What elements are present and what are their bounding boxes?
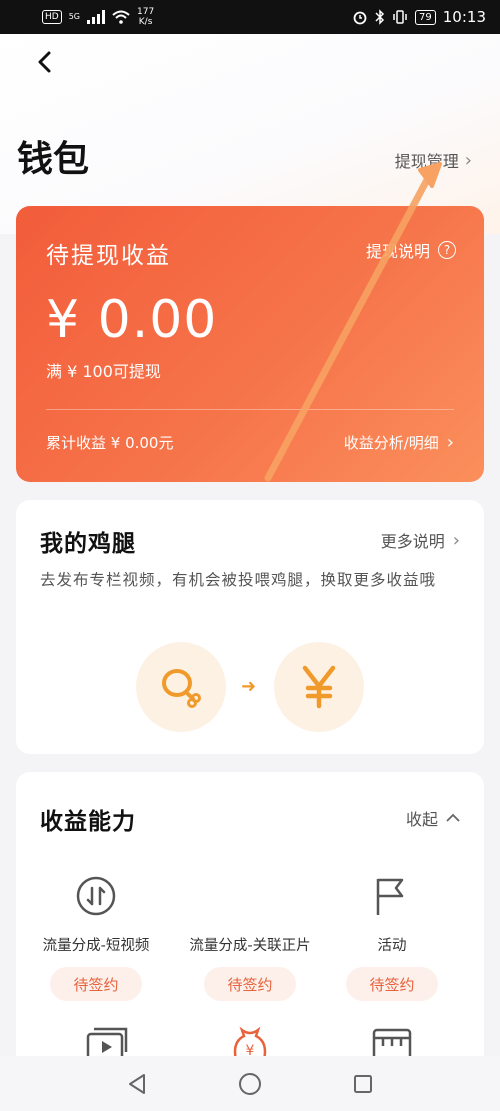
chevron-right-icon: › (446, 432, 454, 453)
withdraw-threshold: 满 ¥ 100可提现 (46, 362, 161, 381)
signal-icon (87, 10, 105, 24)
pending-earnings-label: 待提现收益 (46, 243, 171, 269)
withdraw-management-label: 提现管理 (394, 152, 459, 171)
net-speed-unit: K/s (138, 17, 153, 27)
back-button[interactable] (28, 46, 60, 78)
wifi-icon (112, 10, 130, 24)
clock: 10:13 (442, 8, 486, 26)
more-info-label: 更多说明 (380, 532, 445, 551)
cumulative-earnings: 累计收益 ¥ 0.00元 (46, 434, 174, 452)
withdraw-explain-link[interactable]: 提现说明 ? (366, 238, 456, 262)
withdraw-explain-label: 提现说明 (365, 242, 430, 261)
pending-sign-badge[interactable]: 待签约 (204, 967, 296, 1001)
pending-sign-badge[interactable]: 待签约 (346, 967, 438, 1001)
alarm-icon (353, 11, 367, 25)
net-speed-value: 177 (137, 7, 155, 17)
signal-gen-label: 5G (68, 12, 80, 21)
ability-name: 活动 (377, 938, 407, 954)
ability-item-related-feature[interactable]: 流量分成-关联正片 待签约 (180, 874, 320, 1001)
home-circle-icon (238, 1072, 261, 1095)
nav-recents-button[interactable] (343, 1064, 383, 1104)
yen-icon (274, 642, 364, 732)
swap-circle-icon (74, 874, 118, 918)
status-bar: HD 5G 177 K/s 79 10:13 (0, 0, 500, 34)
more-info-link[interactable]: 更多说明 › (381, 528, 460, 552)
chevron-right-icon: › (464, 149, 472, 171)
back-triangle-icon (128, 1073, 145, 1094)
status-right: 79 10:13 (352, 8, 486, 26)
earnings-card: 待提现收益 提现说明 ? ¥ 0.00 满 ¥ 100可提现 累计收益 ¥ 0.… (16, 206, 484, 482)
status-left: HD 5G 177 K/s (42, 7, 154, 27)
earning-ability-title: 收益能力 (40, 809, 136, 835)
ability-name: 流量分成-关联正片 (189, 938, 311, 954)
collapse-toggle[interactable]: 收起 (406, 806, 460, 830)
ability-item-short-video[interactable]: 流量分成-短视频 待签约 (26, 874, 166, 1001)
nav-back-button[interactable] (117, 1064, 157, 1104)
nav-home-button[interactable] (230, 1064, 270, 1104)
hd-badge: HD (42, 10, 62, 24)
system-nav-bar (0, 1056, 500, 1111)
pending-amount: ¥ 0.00 (46, 290, 218, 350)
ability-item-activity[interactable]: 活动 待签约 (322, 874, 462, 1001)
recents-square-icon (354, 1074, 373, 1093)
withdraw-management-link[interactable]: 提现管理 › (395, 148, 472, 172)
arrow-right-icon: ➜ (241, 676, 257, 697)
help-icon: ? (438, 241, 456, 259)
divider (46, 409, 454, 410)
page-title: 钱包 (17, 138, 90, 180)
collapse-label: 收起 (405, 810, 438, 829)
chevron-left-icon (38, 51, 51, 73)
drumstick-description: 去发布专栏视频，有机会被投喂鸡腿，换取更多收益哦 (40, 571, 437, 589)
chevron-right-icon: › (452, 529, 460, 551)
flag-icon (370, 874, 414, 918)
drumstick-card: 我的鸡腿 更多说明 › 去发布专栏视频，有机会被投喂鸡腿，换取更多收益哦 ➜ (16, 500, 484, 754)
earning-ability-card: 收益能力 收起 流量分成-短视频 待签约 流量分成-关联正片 待签约 活动 待签… (16, 772, 484, 1072)
ability-icon-placeholder (228, 874, 272, 918)
earnings-analysis-label: 收益分析/明细 (343, 434, 439, 452)
chevron-up-icon (446, 813, 460, 822)
ability-name: 流量分成-短视频 (42, 938, 150, 954)
net-speed: 177 K/s (137, 7, 154, 27)
drumstick-icon (136, 642, 226, 732)
bluetooth-icon (375, 9, 385, 25)
battery-icon: 79 (415, 9, 436, 25)
drumstick-title: 我的鸡腿 (40, 531, 136, 557)
pending-sign-badge[interactable]: 待签约 (50, 967, 142, 1001)
earnings-analysis-link[interactable]: 收益分析/明细 › (344, 432, 454, 453)
vibrate-icon (393, 10, 407, 24)
